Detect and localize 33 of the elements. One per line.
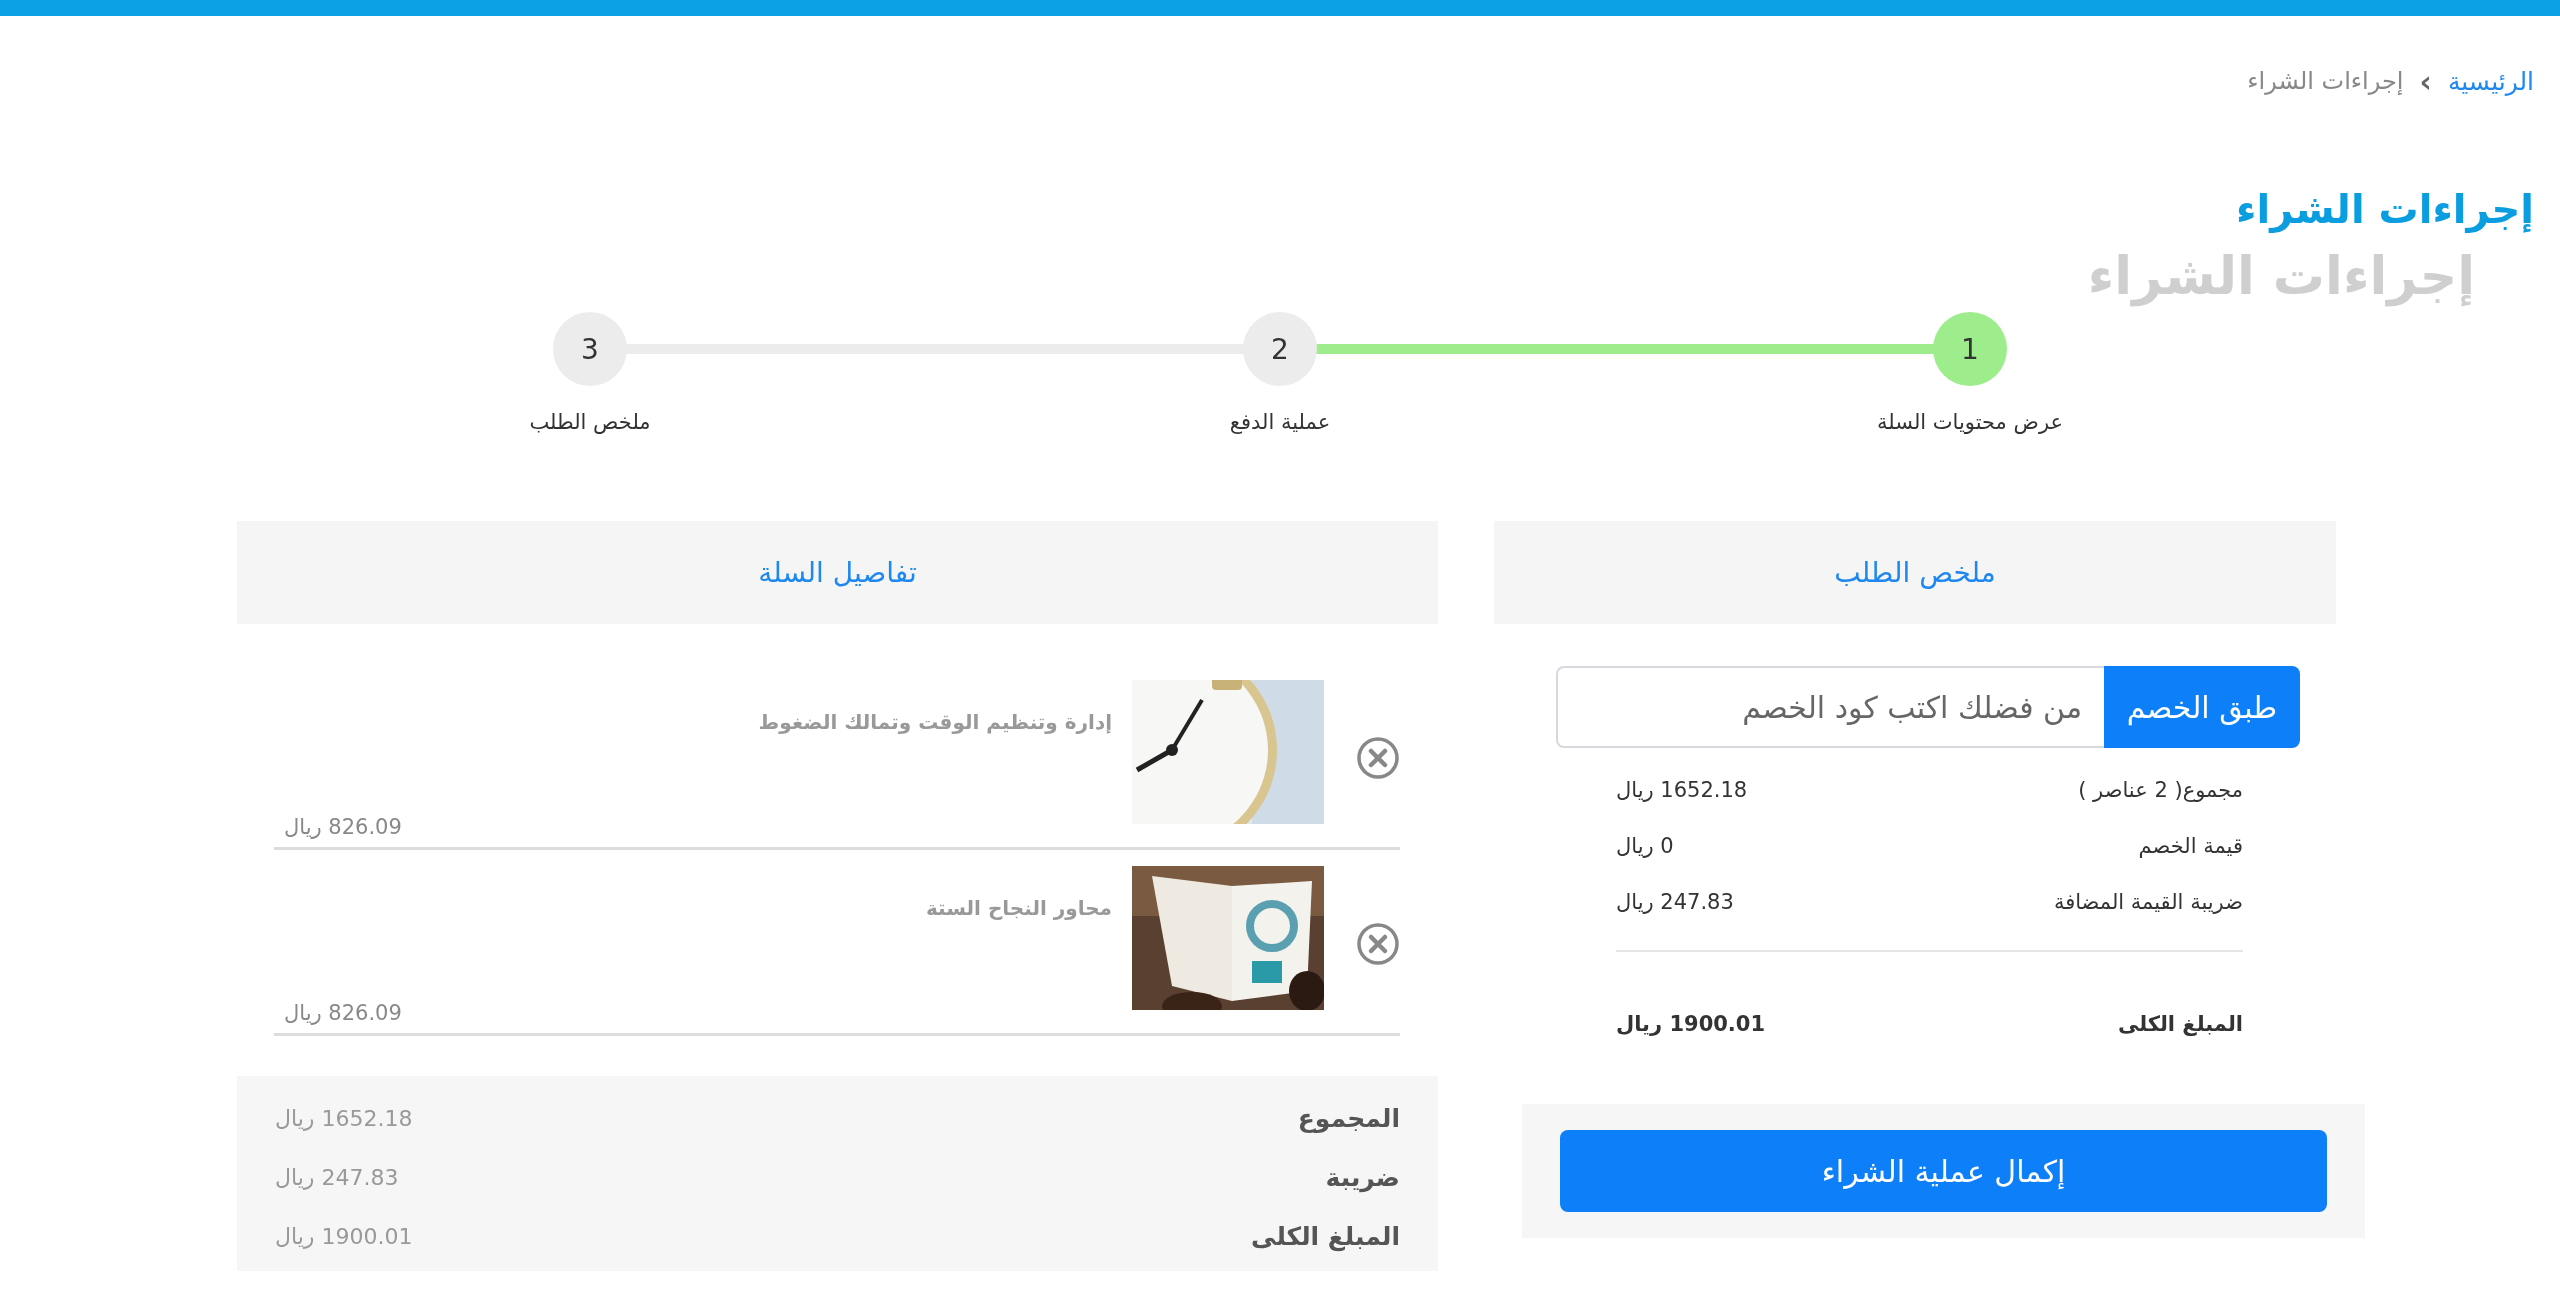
total-value: 1900.01 ريال [1616,1012,1766,1036]
summary-label: مجموع( 2 عناصر ) [2078,778,2243,802]
panel-header: ملخص الطلب [1494,521,2336,624]
summary-value: 0 ريال [1616,834,1674,858]
totals-value: 1900.01 ريال [275,1224,413,1249]
step-circle: 2 [1243,312,1317,386]
step-circle: 1 [1933,312,2007,386]
totals-label: ضريبة [1325,1163,1400,1192]
totals-value: 247.83 ريال [275,1165,399,1190]
summary-label: قيمة الخصم [2138,834,2243,858]
coupon-field[interactable]: من فضلك اكتب كود الخصم [1556,666,2104,748]
totals-label: المجموع [1297,1104,1400,1133]
item-price: 826.09 ريال [283,815,402,839]
panel-header: تفاصيل السلة [237,521,1438,624]
step-circle: 3 [553,312,627,386]
totals-value: 1652.18 ريال [275,1106,413,1131]
apply-discount-button[interactable]: طبق الخصم [2104,666,2300,748]
breadcrumb-separator: › [2419,63,2432,99]
total-label: المبلغ الكلى [2117,1012,2243,1036]
item-price: 826.09 ريال [283,1001,402,1025]
totals-label: المبلغ الكلى [1251,1222,1400,1251]
summary-value: 1652.18 ريال [1616,778,1748,802]
page-title: إجراءات الشراء [2236,186,2534,232]
item-title: محاور النجاح الستة [924,896,1112,920]
step-label: عملية الدفع [1229,410,1331,434]
breadcrumb-link[interactable]: الرئيسية [2447,66,2534,96]
summary-value: 247.83 ريال [1616,890,1734,914]
step-label: عرض محتويات السلة [1877,410,2064,434]
breadcrumb-current: إجراءات الشراء [2247,67,2404,95]
step-label: ملخص الطلب [529,410,651,434]
summary-label: ضريبة القيمة المضافة [2053,890,2243,914]
checkout-button[interactable]: إكمال عملية الشراء [1560,1130,2327,1212]
item-title: إدارة وتنظيم الوقت وتمالك الضغوط [757,710,1112,734]
